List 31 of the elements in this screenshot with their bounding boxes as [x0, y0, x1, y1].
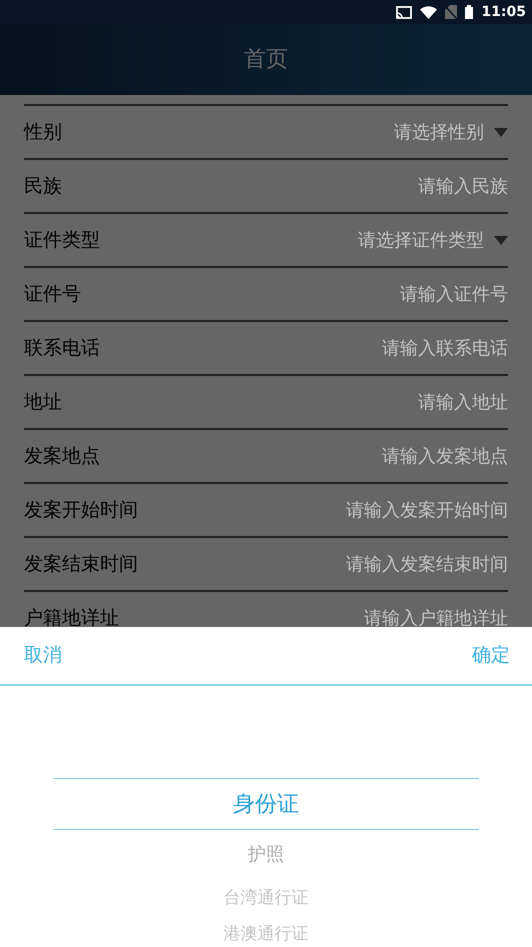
confirm-button[interactable]: 确定 — [450, 627, 532, 684]
input-field[interactable]: 请输入发案开始时间 — [346, 496, 508, 524]
input-field[interactable]: 请输入证件号 — [400, 280, 508, 308]
picker-option[interactable]: 护照 — [248, 830, 284, 878]
field-label: 发案开始时间 — [24, 498, 138, 523]
no-sim-icon — [445, 5, 458, 19]
wifi-icon — [420, 6, 438, 18]
cast-icon — [396, 6, 412, 18]
field-label: 发案地点 — [24, 444, 100, 469]
battery-icon — [465, 5, 474, 19]
input-field[interactable]: 请输入联系电话 — [382, 334, 508, 362]
select-field[interactable]: 请选择性别 — [394, 118, 508, 146]
input-field[interactable]: 请输入发案地点 — [382, 442, 508, 470]
field-label: 地址 — [24, 390, 62, 415]
select-field[interactable]: 请选择证件类型 — [358, 226, 508, 254]
status-time: 11:05 — [481, 2, 526, 22]
field-label: 证件类型 — [24, 228, 100, 253]
picker-option[interactable]: 身份证 — [233, 778, 299, 830]
field-label: 证件号 — [24, 282, 81, 307]
page-title: 首页 — [244, 46, 288, 74]
picker-option[interactable]: 台湾通行证 — [224, 878, 308, 920]
input-field[interactable]: 请输入发案结束时间 — [346, 550, 508, 578]
dropdown-icon — [494, 236, 508, 244]
input-field[interactable]: 请输入地址 — [418, 388, 508, 416]
field-label: 发案结束时间 — [24, 552, 138, 577]
field-label: 性别 — [24, 120, 62, 145]
picker-option[interactable]: 港澳通行证 — [224, 920, 308, 947]
field-label: 民族 — [24, 174, 62, 199]
input-field[interactable]: 请输入民族 — [418, 172, 508, 200]
field-label: 联系电话 — [24, 336, 100, 361]
dropdown-icon — [494, 128, 508, 136]
